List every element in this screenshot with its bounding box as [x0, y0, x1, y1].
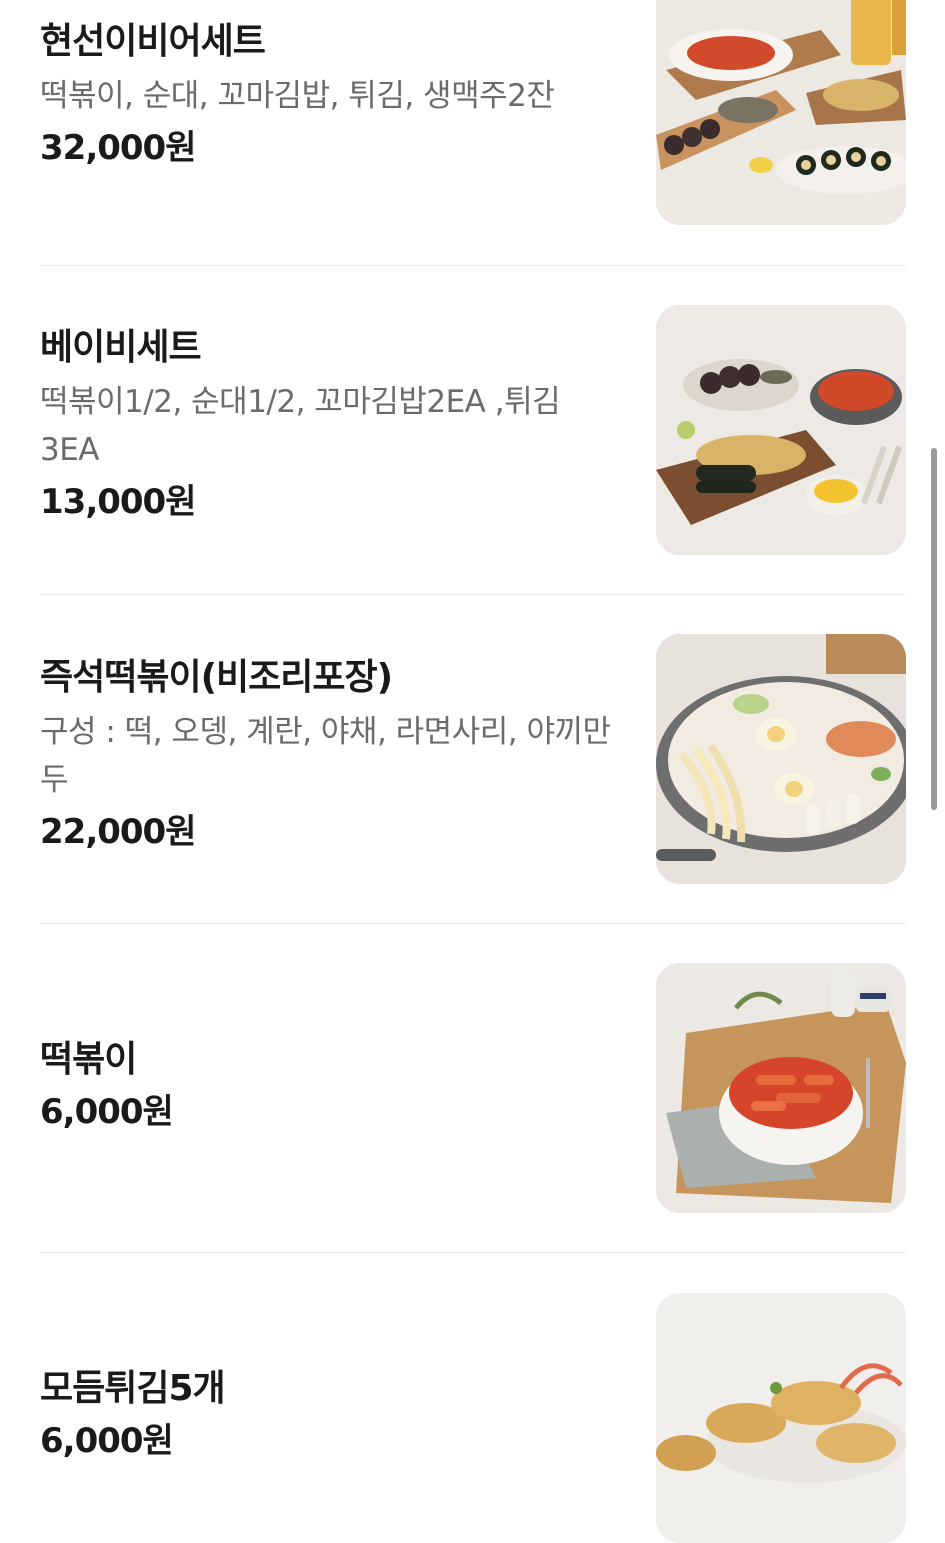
divider	[40, 265, 906, 266]
menu-item-price: 32,000원	[40, 128, 196, 168]
beer-set-food-photo[interactable]	[656, 0, 906, 225]
menu-item-price: 22,000원	[40, 812, 196, 852]
menu-item-name: 모듬튀김5개	[40, 1368, 226, 1409]
menu-item-price: 13,000원	[40, 482, 196, 522]
menu-item-name: 현선이비어세트	[40, 21, 266, 62]
menu-item-description: 떡볶이, 순대, 꼬마김밥, 튀김, 생맥주2잔	[40, 78, 555, 114]
menu-item-description: 떡볶이1/2, 순대1/2, 꼬마김밥2EA ,튀김 3EA	[40, 384, 561, 468]
divider	[40, 923, 906, 924]
menu-item-price: 6,000원	[40, 1092, 174, 1132]
divider	[40, 1252, 906, 1253]
tteokbokki-food-photo[interactable]	[656, 963, 906, 1213]
menu-item-name: 떡볶이	[40, 1039, 137, 1080]
menu-item-name: 즉석떡볶이(비조리포장)	[40, 657, 393, 698]
instant-tteokbokki-food-photo[interactable]	[656, 634, 906, 884]
assorted-fritters-food-photo[interactable]	[656, 1293, 906, 1543]
divider	[40, 594, 906, 595]
scrollbar[interactable]	[931, 448, 937, 810]
menu-item-price: 6,000원	[40, 1421, 174, 1461]
menu-item-name: 베이비세트	[40, 327, 202, 368]
menu-item-description: 구성 : 떡, 오뎅, 계란, 야채, 라면사리, 야끼만두	[40, 714, 611, 798]
baby-set-food-photo[interactable]	[656, 305, 906, 555]
